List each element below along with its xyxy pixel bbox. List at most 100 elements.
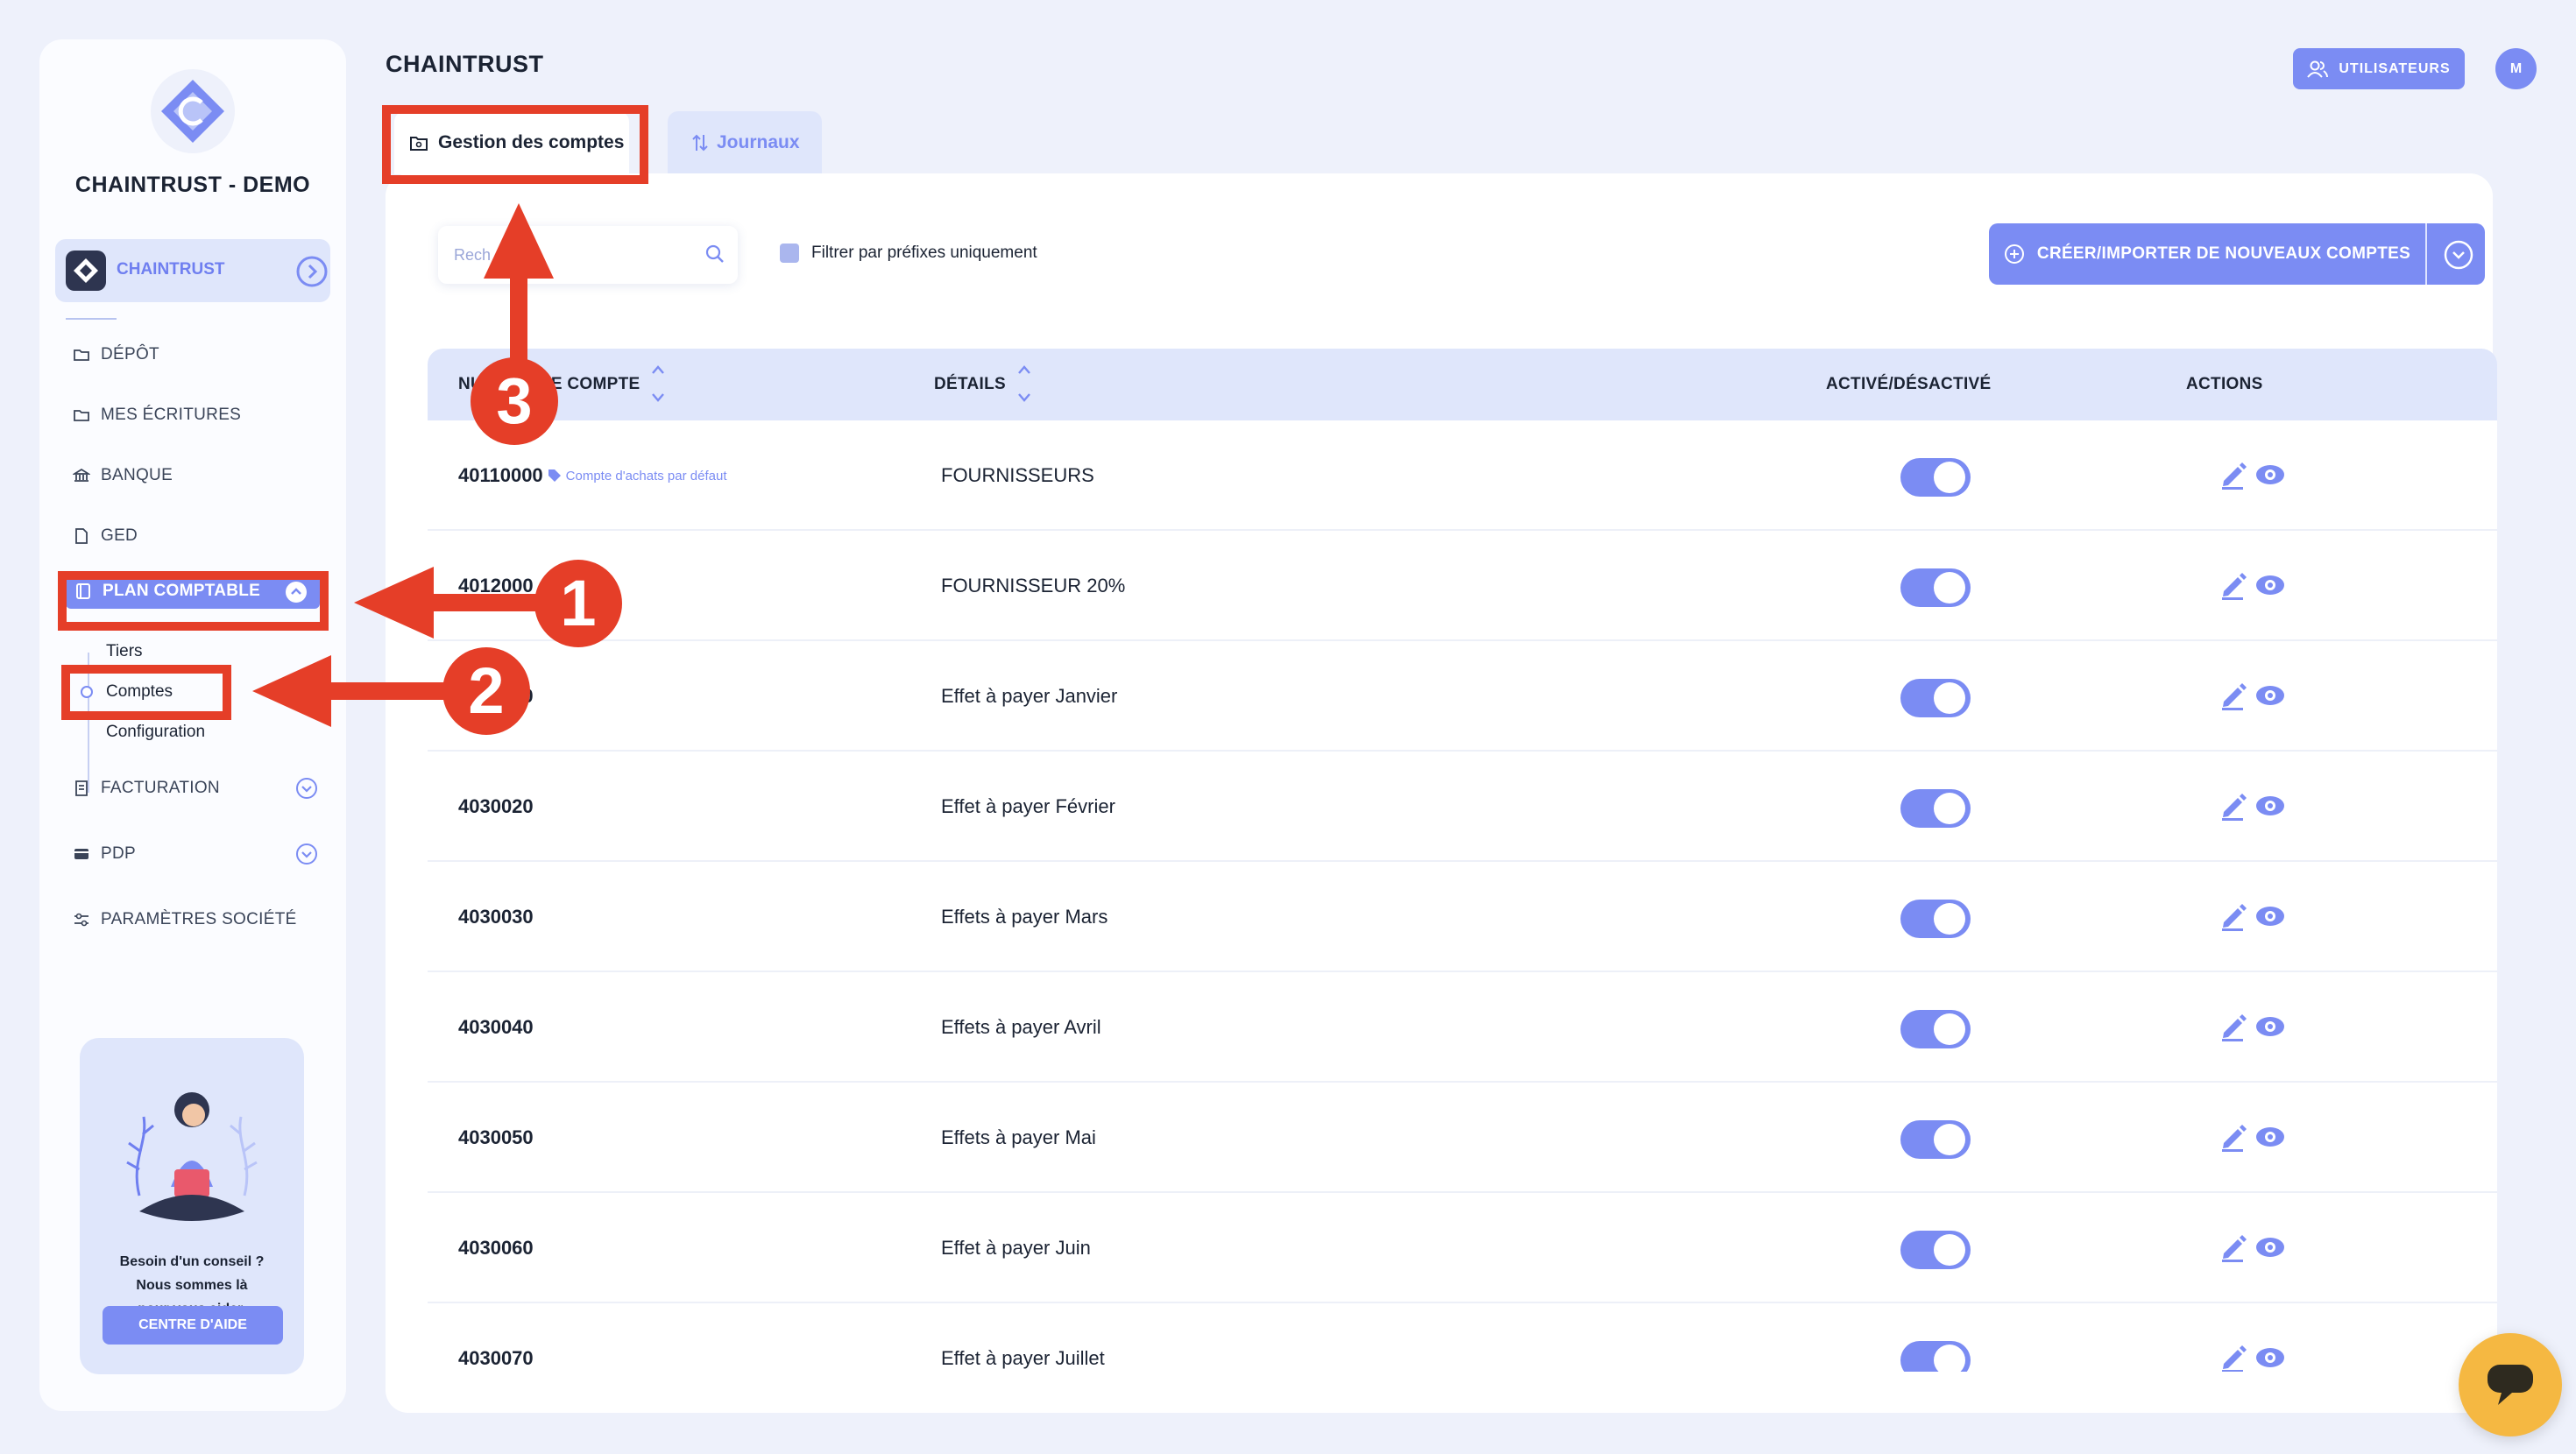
sidebar-item-depot[interactable]: DÉPÔT xyxy=(73,342,159,368)
edit-icon[interactable] xyxy=(2219,570,2248,600)
table-row: 4030060 Effet à payer Juin xyxy=(428,1193,2497,1303)
create-import-main[interactable]: CRÉER/IMPORTER DE NOUVEAUX COMPTES xyxy=(1989,223,2425,285)
edit-icon[interactable] xyxy=(2219,791,2248,821)
annotation-box-tab xyxy=(382,105,648,184)
column-header-details[interactable]: DÉTAILS xyxy=(934,349,1032,420)
toggle-knob xyxy=(1934,462,1965,493)
account-details: Effet à payer Janvier xyxy=(941,685,1118,707)
sliders-icon xyxy=(74,913,88,927)
search-input[interactable]: Rech xyxy=(438,226,738,284)
eye-icon[interactable] xyxy=(2255,1235,2285,1260)
toggle-knob xyxy=(1934,572,1965,603)
create-import-accounts-button[interactable]: CRÉER/IMPORTER DE NOUVEAUX COMPTES xyxy=(1989,223,2485,285)
account-number-value: 40110000 xyxy=(458,464,543,486)
chevron-right-icon[interactable] xyxy=(295,255,329,288)
edit-icon[interactable] xyxy=(2219,681,2248,710)
table-row: 4030040 Effets à payer Avril xyxy=(428,972,2497,1083)
account-number: 4030040 xyxy=(458,972,534,1083)
edit-icon[interactable] xyxy=(2219,1343,2248,1372)
edit-icon[interactable] xyxy=(2219,460,2248,490)
chat-button[interactable] xyxy=(2459,1333,2562,1436)
account-details: Effets à payer Mai xyxy=(941,1126,1096,1148)
org-switch-label: CHAINTRUST xyxy=(117,260,225,279)
table-row: 4030010Effet à payer Janvier xyxy=(428,641,2497,752)
toggle-knob xyxy=(1934,793,1965,824)
eye-icon[interactable] xyxy=(2255,1014,2285,1039)
chevron-down-icon[interactable] xyxy=(295,843,318,865)
account-number: 4030070 xyxy=(458,1303,534,1372)
account-number: 4030060 xyxy=(458,1193,534,1303)
active-toggle[interactable] xyxy=(1900,900,1971,938)
active-toggle[interactable] xyxy=(1900,1341,1971,1372)
toggle-knob xyxy=(1934,1345,1965,1372)
active-toggle[interactable] xyxy=(1900,458,1971,497)
active-toggle[interactable] xyxy=(1900,1120,1971,1159)
prefix-filter-checkbox[interactable] xyxy=(780,244,799,263)
sidebar-item-label: FACTURATION xyxy=(101,779,220,797)
button-separator xyxy=(2425,223,2427,285)
edit-icon[interactable] xyxy=(2219,1012,2248,1041)
prefix-filter[interactable]: Filtrer par préfixes uniquement xyxy=(780,244,1037,263)
account-details: Effets à payer Avril xyxy=(941,1016,1101,1038)
active-toggle[interactable] xyxy=(1900,568,1971,607)
account-details: FOURNISSEUR 20% xyxy=(941,575,1126,596)
sort-icon[interactable] xyxy=(1016,361,1032,408)
create-import-label: CRÉER/IMPORTER DE NOUVEAUX COMPTES xyxy=(2036,244,2411,263)
tab-journaux[interactable]: Journaux xyxy=(668,111,822,174)
eye-icon[interactable] xyxy=(2255,683,2285,708)
eye-icon[interactable] xyxy=(2255,1125,2285,1149)
folder-icon xyxy=(74,410,89,421)
org-switcher[interactable]: CHAINTRUST xyxy=(55,239,330,302)
active-toggle[interactable] xyxy=(1900,789,1971,828)
account-number-value: 4030050 xyxy=(458,1126,534,1148)
eye-icon[interactable] xyxy=(2255,794,2285,818)
account-number: 4030050 xyxy=(458,1083,534,1193)
sort-arrows-icon xyxy=(692,134,708,152)
default-badge-label: Compte d'achats par défaut xyxy=(565,468,727,483)
meditating-person-illustration xyxy=(113,1064,271,1239)
default-badge: Compte d'achats par défaut xyxy=(547,468,727,483)
eye-icon[interactable] xyxy=(2255,462,2285,487)
sidebar-subitem-tiers[interactable]: Tiers xyxy=(106,642,143,661)
account-details: Effet à payer Février xyxy=(941,795,1115,817)
sidebar-item-facturation[interactable]: FACTURATION xyxy=(73,775,318,801)
users-button[interactable]: UTILISATEURS xyxy=(2293,48,2465,89)
sidebar-item-mes-ecritures[interactable]: MES ÉCRITURES xyxy=(73,402,241,428)
account-number-value: 4030040 xyxy=(458,1016,534,1038)
edit-icon[interactable] xyxy=(2219,901,2248,931)
eye-icon[interactable] xyxy=(2255,904,2285,928)
sidebar-item-ged[interactable]: GED xyxy=(73,523,138,549)
document-icon xyxy=(75,528,88,544)
prefix-filter-label: Filtrer par préfixes uniquement xyxy=(811,244,1037,262)
help-center-button[interactable]: CENTRE D'AIDE xyxy=(103,1306,283,1345)
eye-icon[interactable] xyxy=(2255,573,2285,597)
bank-icon xyxy=(73,468,90,482)
sort-icon[interactable] xyxy=(650,361,666,408)
sidebar-item-parametres-societe[interactable]: PARAMÈTRES SOCIÉTÉ xyxy=(73,907,297,933)
annotation-box-plan-comptable xyxy=(58,571,329,631)
sidebar-item-banque[interactable]: BANQUE xyxy=(73,462,173,489)
accounts-table: NUMÉRO DE COMPTE DÉTAILS ACTIVÉ/DÉSACTIV… xyxy=(428,349,2497,1372)
folder-icon xyxy=(74,349,89,361)
sidebar-subitem-configuration[interactable]: Configuration xyxy=(106,723,205,742)
edit-icon[interactable] xyxy=(2219,1122,2248,1152)
annotation-box-comptes xyxy=(61,665,231,720)
active-toggle[interactable] xyxy=(1900,1231,1971,1269)
eye-icon[interactable] xyxy=(2255,1345,2285,1370)
sidebar-item-pdp[interactable]: PDP xyxy=(73,841,318,867)
table-row: 4012000 FOURNISSEUR 20% xyxy=(428,531,2497,641)
search-placeholder: Rech xyxy=(454,245,492,264)
sidebar-item-label: DÉPÔT xyxy=(101,345,159,364)
active-toggle[interactable] xyxy=(1900,679,1971,717)
users-button-label: UTILISATEURS xyxy=(2339,60,2451,76)
active-toggle[interactable] xyxy=(1900,1010,1971,1048)
avatar[interactable]: M xyxy=(2495,48,2537,89)
table-row: 40110000 Compte d'achats par défaut FOURNI… xyxy=(428,420,2497,531)
account-details: Effet à payer Juillet xyxy=(941,1347,1105,1369)
edit-icon[interactable] xyxy=(2219,1232,2248,1262)
chevron-down-icon[interactable] xyxy=(295,777,318,800)
table-row: 4030030 Effets à payer Mars xyxy=(428,862,2497,972)
sidebar: CHAINTRUST - DEMO CHAINTRUST DÉPÔT MES É… xyxy=(39,39,346,1411)
table-row: 4030070 Effet à payer Juillet xyxy=(428,1303,2497,1372)
chevron-down-icon[interactable] xyxy=(2443,239,2474,271)
